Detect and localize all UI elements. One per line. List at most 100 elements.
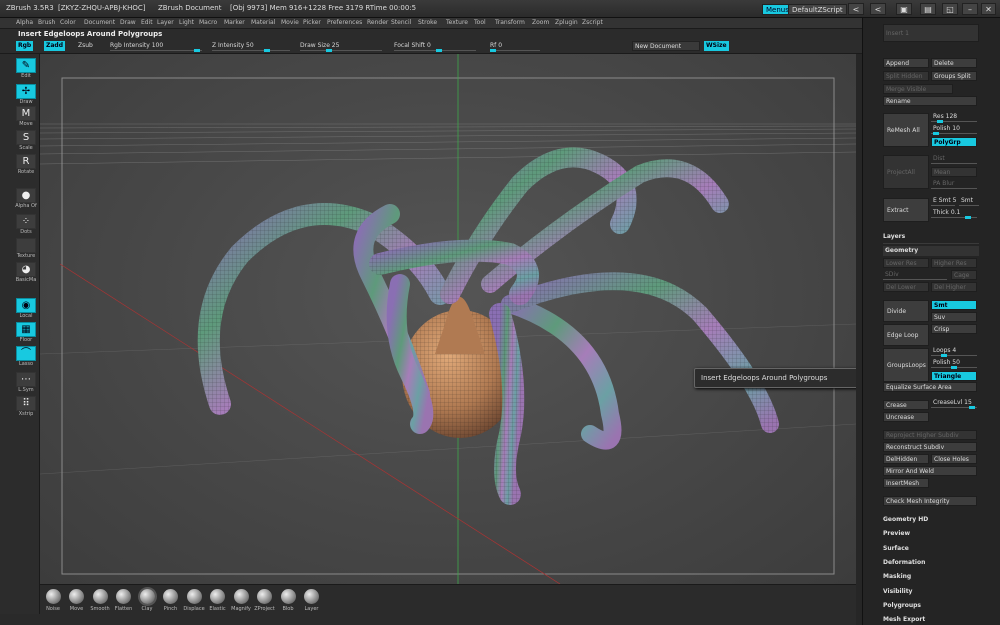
shelf-lasso-button[interactable]: ⌒ Lasso [14, 346, 38, 368]
rf-knob[interactable] [490, 49, 496, 52]
sdiv-slider[interactable]: SDiv [883, 270, 947, 280]
shelf-edit-button[interactable]: ✎ Edit [14, 58, 38, 80]
polish2-slider[interactable]: Polish 50 [931, 358, 977, 369]
section-deformation[interactable]: Deformation [883, 559, 925, 566]
menu-edit[interactable]: Edit [141, 19, 153, 26]
focal-shift-knob[interactable] [436, 49, 442, 52]
delhidden-button[interactable]: DelHidden [883, 454, 929, 464]
brush-displace[interactable]: Displace [183, 589, 205, 612]
menu-layer[interactable]: Layer [157, 19, 174, 26]
triangle-toggle[interactable]: Triangle [931, 371, 977, 381]
menu-macro[interactable]: Macro [199, 19, 217, 26]
dist-slider[interactable]: Dist [931, 154, 977, 164]
check-mesh-integrity-button[interactable]: Check Mesh Integrity [883, 496, 977, 506]
thick-knob[interactable] [965, 216, 971, 219]
groups-split-button[interactable]: Groups Split [931, 71, 977, 81]
rename-button[interactable]: Rename [883, 96, 977, 106]
brush-elastic[interactable]: Elastic [207, 589, 229, 612]
res-slider[interactable]: Res 128 [931, 112, 977, 123]
z-intensity-knob[interactable] [264, 49, 270, 52]
layout-icon[interactable]: ▣ [896, 3, 912, 15]
mirror-and-weld-button[interactable]: Mirror And Weld [883, 466, 977, 476]
lower-res-button[interactable]: Lower Res [883, 258, 929, 268]
mean-toggle[interactable]: Mean [931, 167, 977, 177]
shelf-lsym-button[interactable]: ⋯ L.Sym [14, 372, 38, 394]
shelf-alpha-button[interactable]: ● Alpha Of [14, 188, 38, 210]
menu-tool[interactable]: Tool [474, 19, 486, 26]
del-lower-button[interactable]: Del Lower [883, 282, 929, 292]
brush-smooth[interactable]: Smooth [89, 589, 111, 612]
polish2-knob[interactable] [951, 366, 957, 369]
menu-movie[interactable]: Movie [281, 19, 299, 26]
split-hidden-button[interactable]: Split Hidden [883, 71, 929, 81]
menu-zplugin[interactable]: Zplugin [555, 19, 578, 26]
rf-slider[interactable]: Rf 0 [490, 41, 540, 52]
draw-size-slider[interactable]: Draw Size 25 [300, 41, 382, 52]
menu-alpha[interactable]: Alpha [16, 19, 33, 26]
brush-layer[interactable]: Layer [301, 589, 323, 612]
rgb-intensity-knob[interactable] [194, 49, 200, 52]
merge-visible-button[interactable]: Merge Visible [883, 84, 953, 94]
smt-toggle[interactable]: Smt [931, 300, 977, 310]
crisp-toggle[interactable]: Crisp [931, 324, 977, 334]
shelf-scale-button[interactable]: S Scale [14, 130, 38, 152]
rgb-toggle[interactable]: Rgb [16, 41, 34, 51]
extract-button[interactable]: Extract [883, 198, 929, 222]
loops-knob[interactable] [941, 354, 947, 357]
crease-button[interactable]: Crease [883, 400, 929, 410]
res-knob[interactable] [937, 120, 943, 123]
brush-pinch[interactable]: Pinch [160, 589, 182, 612]
draw-size-knob[interactable] [326, 49, 332, 52]
default-zscript-button[interactable]: DefaultZScript [788, 4, 847, 15]
menu-document[interactable]: Document [84, 19, 115, 26]
brush-zproject[interactable]: ZProject [254, 589, 276, 612]
higher-res-button[interactable]: Higher Res [931, 258, 977, 268]
shelf-texture-button[interactable]: Texture [14, 238, 38, 260]
brush-flatten[interactable]: Flatten [113, 589, 135, 612]
loops-slider[interactable]: Loops 4 [931, 346, 977, 357]
groups-loops-button[interactable]: GroupsLoops [883, 348, 929, 382]
menu-material[interactable]: Material [251, 19, 275, 26]
brush-blob[interactable]: Blob [277, 589, 299, 612]
viewport-canvas[interactable] [40, 54, 856, 584]
shelf-dots-button[interactable]: ⁘ Dots [14, 214, 38, 236]
shelf-material-button[interactable]: ◕ BasicMa [14, 262, 38, 284]
brush-noise[interactable]: Noise [42, 589, 64, 612]
shelf-draw-button[interactable]: ✢ Draw [14, 84, 38, 106]
menu-transform[interactable]: Transform [495, 19, 525, 26]
brush-magnify[interactable]: Magnify [230, 589, 252, 612]
menu-stencil[interactable]: Stencil [391, 19, 411, 26]
append-button[interactable]: Append [883, 58, 929, 68]
reconstruct-subdiv-button[interactable]: Reconstruct Subdiv [883, 442, 977, 452]
menu-color[interactable]: Color [60, 19, 76, 26]
zadd-toggle[interactable]: Zadd [44, 41, 65, 51]
zsub-toggle[interactable]: Zsub [76, 41, 95, 51]
polish-knob[interactable] [933, 132, 939, 135]
restore-icon[interactable]: ◱ [942, 3, 958, 15]
section-mesh-export[interactable]: Mesh Export [883, 616, 925, 623]
layers-header[interactable]: Layers [883, 233, 905, 240]
cage-button[interactable]: Cage [951, 270, 977, 280]
close-holes-button[interactable]: Close Holes [931, 454, 977, 464]
equalize-surface-area-button[interactable]: Equalize Surface Area [883, 382, 977, 392]
pa-blur-slider[interactable]: PA Blur [931, 179, 977, 189]
shelf-move-button[interactable]: M Move [14, 106, 38, 128]
menu-stroke[interactable]: Stroke [418, 19, 437, 26]
subtool-insert-field[interactable]: Insert 1 [883, 24, 979, 42]
del-higher-button[interactable]: Del Higher [931, 282, 977, 292]
e-smt-slider[interactable]: E Smt 5 [931, 196, 956, 206]
menu-picker[interactable]: Picker [303, 19, 321, 26]
menu-draw[interactable]: Draw [120, 19, 136, 26]
creaselvl-knob[interactable] [969, 406, 975, 409]
menu-preferences[interactable]: Preferences [327, 19, 362, 26]
uncrease-button[interactable]: Uncrease [883, 412, 929, 422]
reproject-higher-subdiv-button[interactable]: Reproject Higher Subdiv [883, 430, 977, 440]
suv-toggle[interactable]: Suv [931, 312, 977, 322]
section-polygroups[interactable]: Polygroups [883, 602, 921, 609]
shelf-rotate-button[interactable]: R Rotate [14, 154, 38, 176]
new-document-button[interactable]: New Document [632, 41, 700, 51]
insertmesh-button[interactable]: InsertMesh [883, 478, 929, 488]
divide-button[interactable]: Divide [883, 300, 929, 322]
z-intensity-slider[interactable]: Z Intensity 50 [212, 41, 290, 52]
brush-clay[interactable]: Clay [136, 589, 158, 612]
